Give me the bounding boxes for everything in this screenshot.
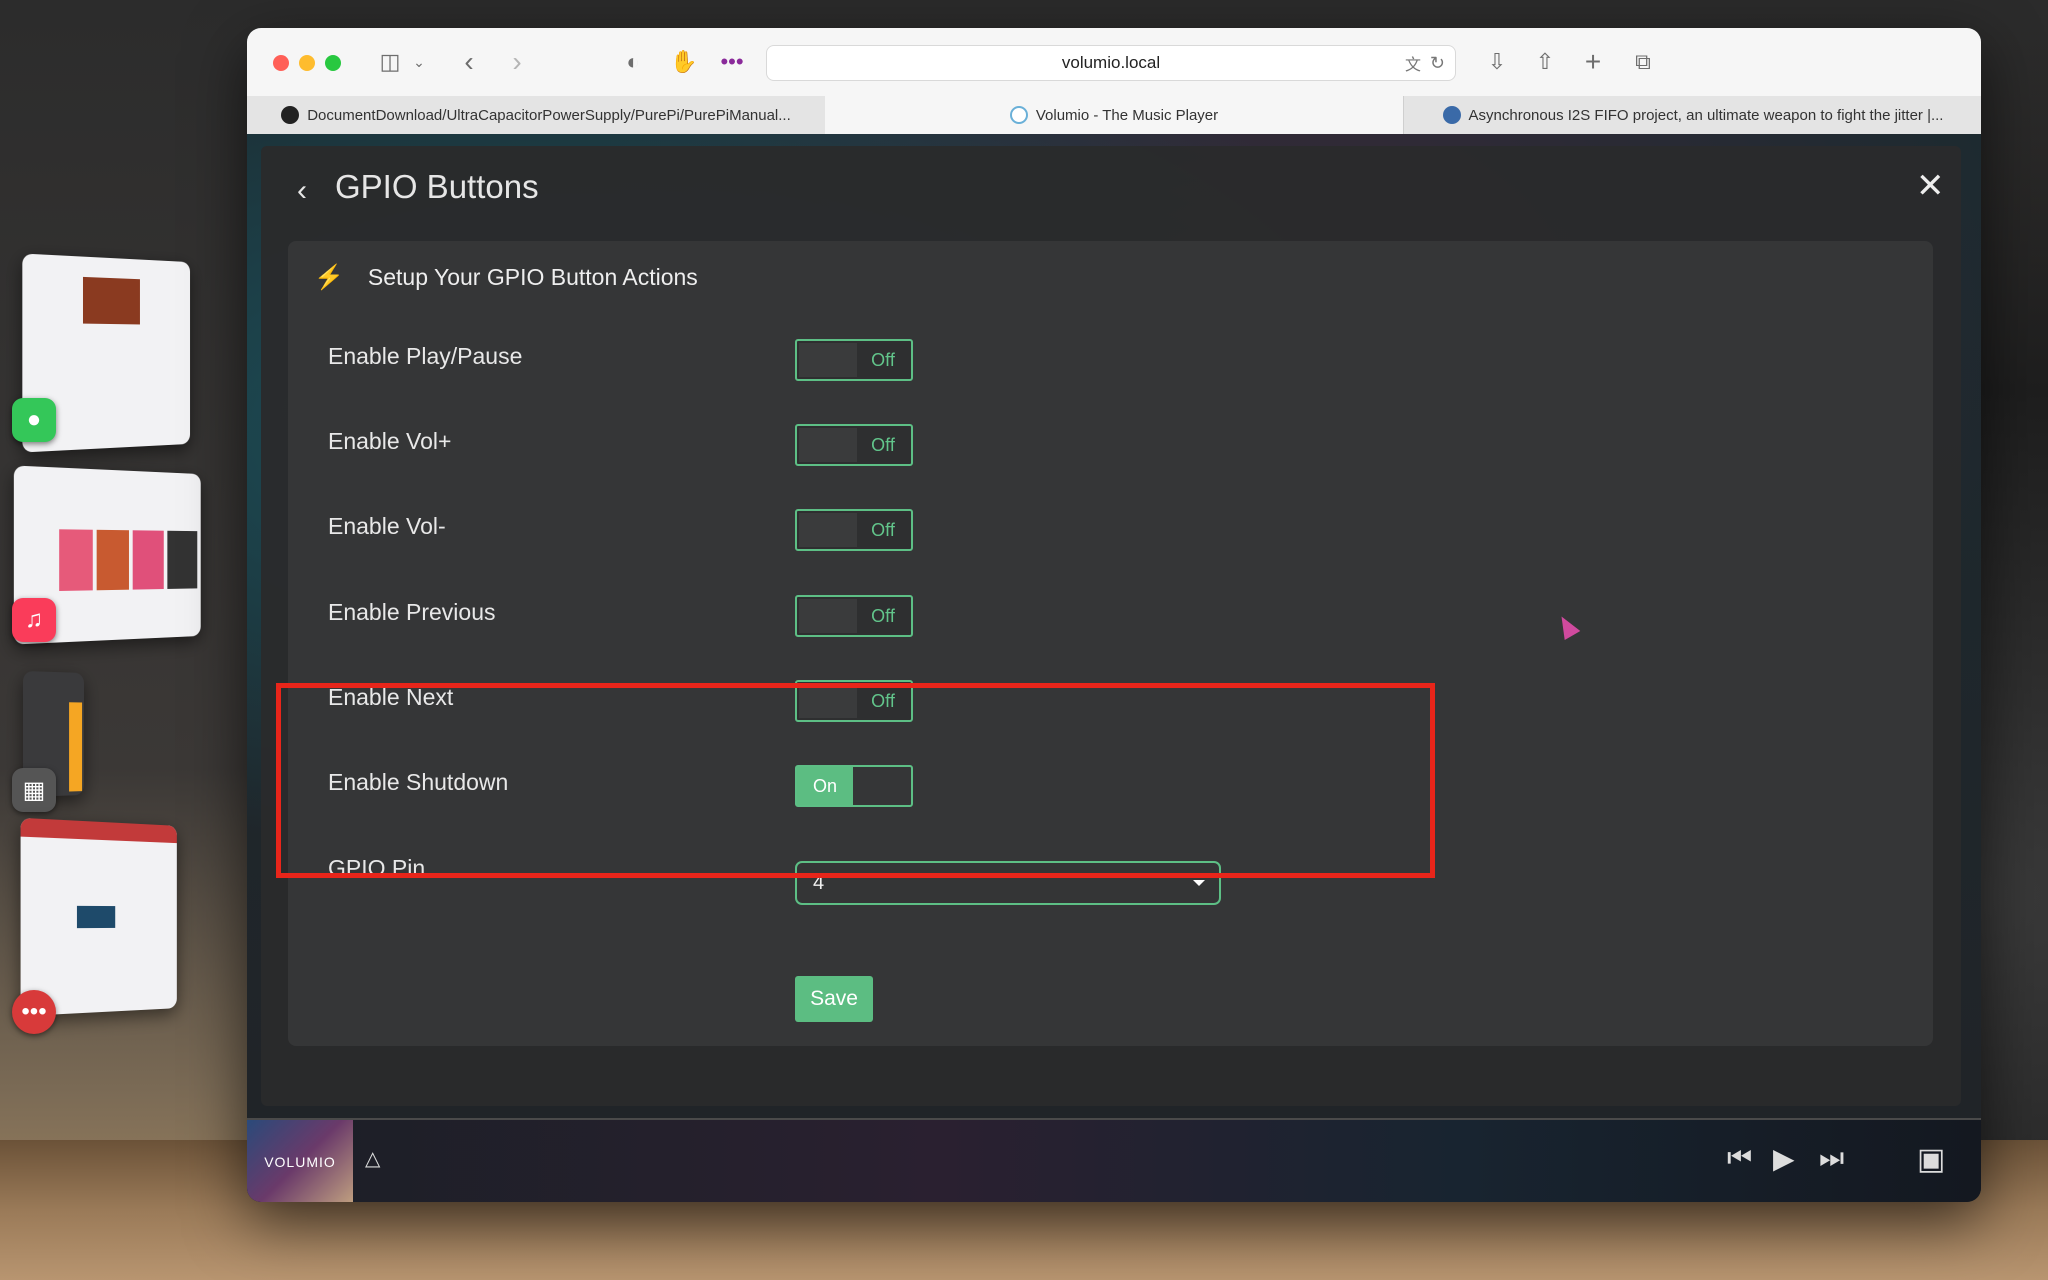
tab-bar: DocumentDownload/UltraCapacitorPowerSupp…	[247, 96, 1981, 135]
tab-overview-icon[interactable]: ⧉	[1629, 46, 1657, 78]
stage-manager-browser-window[interactable]	[20, 817, 177, 1017]
messages-app-icon[interactable]: ●	[12, 398, 56, 442]
play-icon[interactable]: ▶	[1773, 1142, 1795, 1175]
vol-down-label: Enable Vol-	[328, 513, 446, 539]
back-icon[interactable]: ‹	[457, 46, 481, 78]
vol-down-toggle[interactable]: Off	[795, 509, 913, 551]
toggle-state: Off	[871, 520, 895, 540]
browser-window: ◫ ⌄ ‹ › ◐ ✋ ••• volumio.local 文 ↻ ⇩ ⇧ + …	[247, 28, 1981, 1202]
highlight-box	[276, 683, 1435, 878]
album-art[interactable]: VOLUMIO	[247, 1120, 353, 1202]
caret-down-icon	[1193, 880, 1205, 886]
tab-label: Asynchronous I2S FIFO project, an ultima…	[1468, 106, 1944, 124]
address-bar[interactable]: volumio.local 文 ↻	[766, 45, 1456, 81]
sidebar-icon[interactable]: ◫	[375, 46, 405, 78]
toggle-knob	[799, 428, 857, 462]
volumio-icon	[1009, 106, 1028, 124]
thumbnail-album-3	[132, 530, 164, 590]
speaker-icon[interactable]: ▣	[1917, 1142, 1945, 1177]
forward-icon[interactable]: ›	[505, 46, 529, 78]
previous-toggle[interactable]: Off	[795, 595, 913, 637]
gpio-modal: ‹ GPIO Buttons ✕ ⚡ Setup Your GPIO Butto…	[261, 146, 1961, 1106]
next-track-icon[interactable]: ⏭	[1819, 1142, 1844, 1175]
page-content: ‹ GPIO Buttons ✕ ⚡ Setup Your GPIO Butto…	[247, 134, 1981, 1118]
extension-hand-icon[interactable]: ✋	[670, 46, 697, 78]
tab-asynchronous-i2s[interactable]: Asynchronous I2S FIFO project, an ultima…	[1403, 96, 1981, 134]
translate-icon[interactable]: 文	[1405, 51, 1421, 75]
thumbnail-operator-keys	[69, 702, 83, 792]
calculator-app-icon[interactable]: ▦	[12, 768, 56, 812]
close-window-button[interactable]	[273, 55, 289, 71]
vol-up-label: Enable Vol+	[328, 428, 452, 454]
thumbnail-album-1	[59, 529, 93, 592]
thumbnail-album-2	[96, 529, 129, 591]
panel-header: ⚡ Setup Your GPIO Button Actions	[314, 263, 698, 292]
tab-label: DocumentDownload/UltraCapacitorPowerSupp…	[307, 106, 791, 124]
extension-dots-icon[interactable]: •••	[717, 46, 747, 78]
back-chevron-icon[interactable]: ‹	[297, 174, 307, 208]
minimize-window-button[interactable]	[299, 55, 315, 71]
browser-toolbar: ◫ ⌄ ‹ › ◐ ✋ ••• volumio.local 文 ↻ ⇩ ⇧ + …	[247, 28, 1981, 97]
toggle-state: Off	[871, 350, 895, 370]
close-icon[interactable]: ✕	[1916, 166, 1945, 206]
tab-volumio[interactable]: Volumio - The Music Player	[825, 96, 1403, 134]
toggle-knob	[799, 513, 857, 547]
previous-track-icon[interactable]: ⏮	[1727, 1142, 1752, 1175]
airplay-icon[interactable]: △	[365, 1146, 380, 1171]
toggle-state: Off	[871, 435, 895, 455]
thumbnail-lock	[76, 905, 116, 929]
music-app-icon[interactable]: ♫	[12, 598, 56, 642]
share-icon[interactable]: ⇧	[1531, 46, 1559, 78]
downloads-icon[interactable]: ⇩	[1483, 46, 1511, 78]
tab-github-download[interactable]: DocumentDownload/UltraCapacitorPowerSupp…	[247, 96, 826, 134]
toggle-knob	[799, 599, 857, 633]
chevron-down-icon[interactable]: ⌄	[411, 46, 427, 78]
thumbnail-image	[82, 276, 140, 325]
tab-label: Volumio - The Music Player	[1035, 106, 1219, 124]
privacy-shield-icon[interactable]: ◐	[621, 46, 645, 78]
previous-label: Enable Previous	[328, 599, 496, 625]
toggle-state: Off	[871, 606, 895, 626]
player-bar: VOLUMIO △ ⏮ ▶ ⏭ ▣	[247, 1118, 1981, 1202]
toggle-knob	[799, 343, 857, 377]
thumbnail-album-4	[167, 530, 198, 589]
forum-icon	[1442, 106, 1461, 124]
reload-icon[interactable]: ↻	[1430, 53, 1445, 74]
play-pause-label: Enable Play/Pause	[328, 343, 523, 369]
play-pause-toggle[interactable]: Off	[795, 339, 913, 381]
app-icon-dots[interactable]: •••	[12, 990, 56, 1034]
zoom-window-button[interactable]	[325, 55, 341, 71]
url-text: volumio.local	[1061, 53, 1161, 72]
new-tab-icon[interactable]: +	[1579, 46, 1607, 78]
vol-up-toggle[interactable]: Off	[795, 424, 913, 466]
plug-icon: ⚡	[314, 264, 344, 291]
save-button[interactable]: Save	[795, 976, 873, 1022]
modal-title: GPIO Buttons	[335, 168, 539, 205]
github-icon	[281, 106, 300, 124]
settings-panel: ⚡ Setup Your GPIO Button Actions Enable …	[288, 241, 1933, 1046]
panel-title: Setup Your GPIO Button Actions	[367, 264, 698, 290]
